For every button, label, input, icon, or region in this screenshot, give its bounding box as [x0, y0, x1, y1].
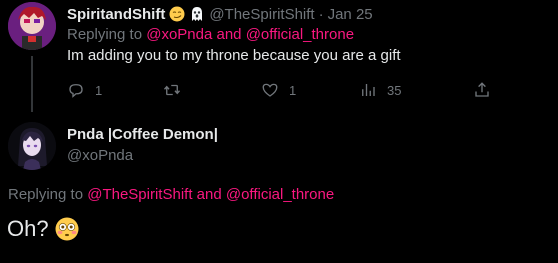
action-bar: 1 1 35 — [67, 80, 497, 100]
share-icon — [475, 82, 489, 97]
author-name[interactable]: Pnda |Coffee Demon| — [67, 126, 218, 143]
reply-button[interactable]: 1 — [67, 80, 102, 100]
heart-icon — [262, 83, 278, 97]
replying-and-label: and — [216, 26, 242, 43]
author-name[interactable]: SpiritandShift — [67, 6, 165, 23]
reply-tweet[interactable]: SpiritandShift @TheSpiritShift · Jan 25 … — [0, 0, 558, 112]
ghost-emoji-icon — [192, 7, 203, 21]
replying-and-label: and — [196, 186, 222, 203]
author-handle[interactable]: @TheSpiritShift — [209, 6, 314, 23]
replying-to-line: Replying to @TheSpiritShift and @officia… — [8, 186, 334, 203]
retweet-button[interactable] — [163, 80, 191, 100]
views-bar-chart-icon — [362, 84, 375, 96]
thread-connector-line — [31, 56, 33, 112]
mention-link[interactable]: @official_throne — [226, 186, 334, 203]
replying-to-line: Replying to @xoPnda and @official_throne — [67, 26, 354, 43]
smirk-emoji-icon — [169, 6, 185, 22]
views-count: 35 — [387, 82, 402, 98]
reply-tweet-header: SpiritandShift @TheSpiritShift · Jan 25 — [67, 4, 373, 24]
flushed-face-emoji-icon — [55, 217, 79, 241]
tweet-text: Im adding you to my throne because you a… — [67, 47, 401, 64]
views-button[interactable]: 35 — [359, 80, 401, 100]
separator-dot: · — [318, 5, 324, 23]
spiritandshift-avatar[interactable] — [8, 2, 56, 50]
mention-link[interactable]: @official_throne — [246, 26, 354, 43]
reply-count: 1 — [95, 82, 103, 98]
mention-link[interactable]: @xoPnda — [146, 26, 212, 43]
author-handle[interactable]: @xoPnda — [67, 147, 133, 164]
like-button[interactable]: 1 — [261, 80, 296, 100]
reply-icon — [69, 84, 83, 98]
tweet-text-block: Oh? — [7, 216, 79, 242]
replying-to-label: Replying to — [67, 26, 143, 43]
tweet-date[interactable]: Jan 25 — [328, 6, 373, 23]
mention-link[interactable]: @TheSpiritShift — [87, 186, 192, 203]
retweet-icon — [163, 84, 181, 96]
pnda-avatar[interactable] — [8, 122, 56, 170]
share-button[interactable] — [473, 80, 491, 100]
like-count: 1 — [289, 82, 297, 98]
main-tweet[interactable]: Pnda |Coffee Demon| @xoPnda Replying to … — [0, 112, 558, 263]
tweet-text: Oh? — [7, 216, 49, 241]
replying-to-label: Replying to — [8, 186, 84, 203]
